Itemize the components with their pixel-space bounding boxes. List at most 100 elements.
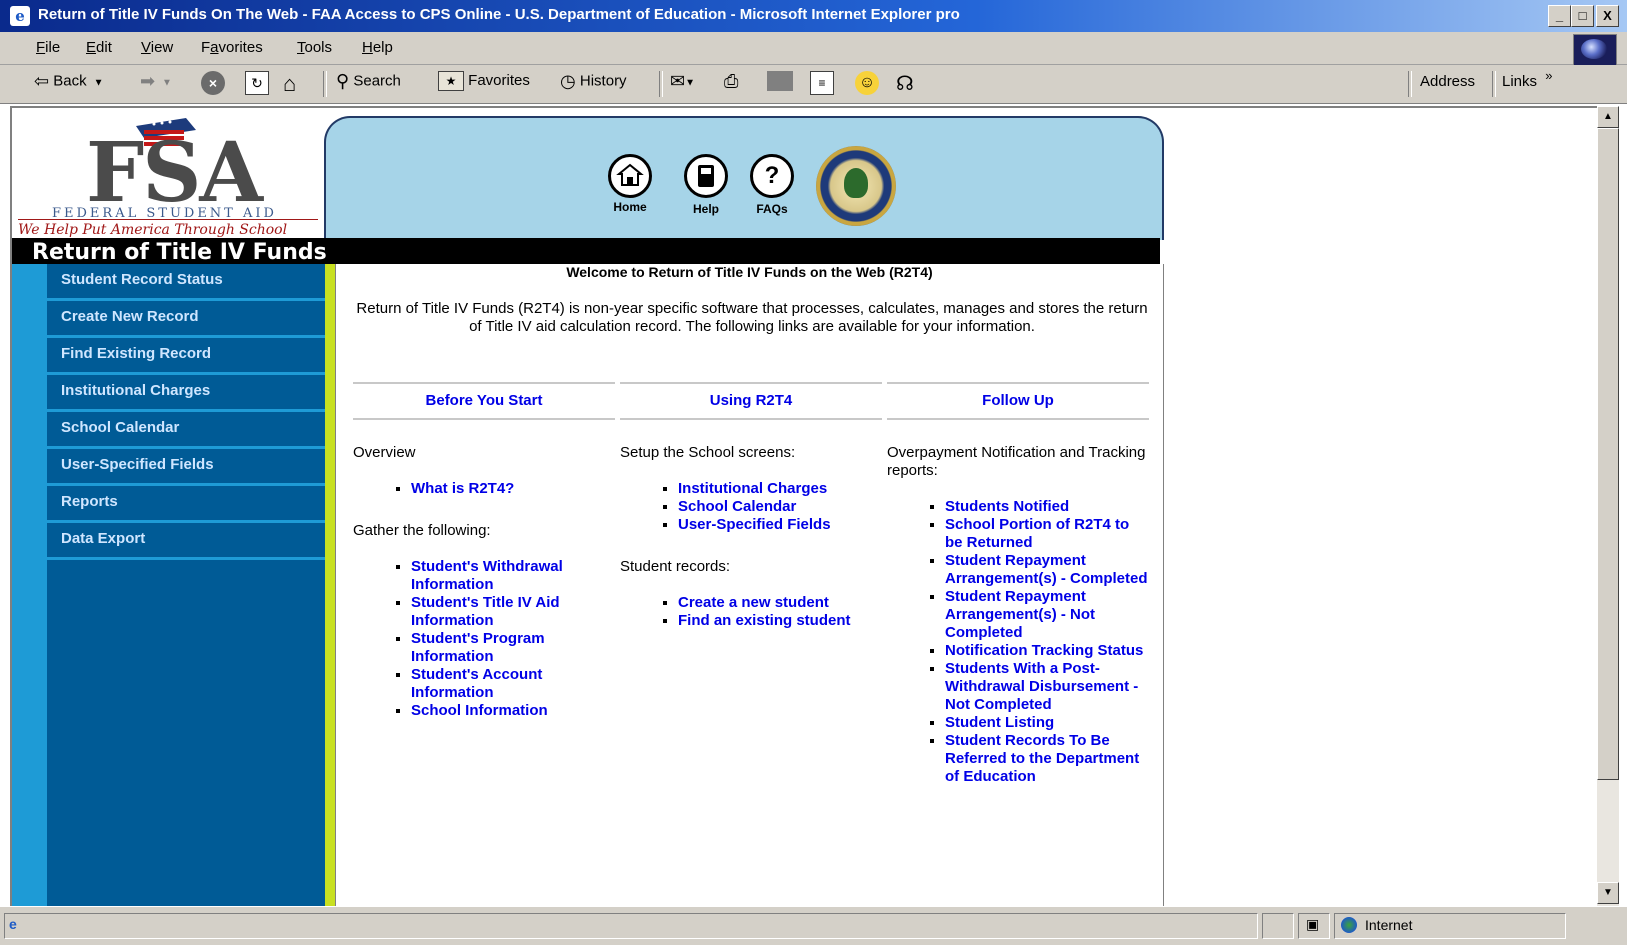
- link-students-notified[interactable]: Students Notified: [945, 498, 1069, 515]
- link-account-info[interactable]: Student's Account Information: [411, 666, 542, 701]
- mail-button[interactable]: ✉▼: [670, 71, 695, 97]
- nav-school-calendar[interactable]: School Calendar: [47, 412, 325, 449]
- user-button[interactable]: ☊: [896, 71, 914, 97]
- column-before-you-start: Before You Start Overview What is R2T4? …: [353, 382, 615, 720]
- link-school-calendar[interactable]: School Calendar: [678, 498, 796, 515]
- leftnav-accent-bar: [325, 264, 335, 908]
- chevron-icon[interactable]: »: [1545, 68, 1552, 83]
- list-item: Student's Title IV Aid Information: [411, 594, 615, 630]
- list-item: Students Notified: [945, 498, 1149, 516]
- link-list: Create a new student Find an existing st…: [620, 594, 882, 630]
- site-title-bar: Return of Title IV Funds: [12, 238, 1160, 265]
- column-heading[interactable]: Follow Up: [887, 382, 1149, 420]
- home-label: Home: [613, 200, 647, 214]
- link-list: Students Notified School Portion of R2T4…: [887, 498, 1149, 786]
- menu-edit[interactable]: Edit: [86, 39, 112, 56]
- list-item: Student's Account Information: [411, 666, 615, 702]
- welcome-heading: Welcome to Return of Title IV Funds on t…: [566, 264, 933, 280]
- edit-button[interactable]: [767, 71, 793, 97]
- link-list: Student's Withdrawal Information Student…: [353, 558, 615, 720]
- menu-view[interactable]: View: [141, 39, 173, 56]
- link-student-listing[interactable]: Student Listing: [945, 714, 1054, 731]
- list-item: Student Records To Be Referred to the De…: [945, 732, 1149, 786]
- nav-data-export[interactable]: Data Export: [47, 523, 325, 560]
- link-create-new-student[interactable]: Create a new student: [678, 594, 829, 611]
- link-records-referred[interactable]: Student Records To Be Referred to the De…: [945, 732, 1139, 785]
- nav-user-specified-fields[interactable]: User-Specified Fields: [47, 449, 325, 486]
- link-school-portion[interactable]: School Portion of R2T4 to be Returned: [945, 516, 1129, 551]
- logo-rule: [18, 219, 318, 220]
- section-label: Gather the following:: [353, 522, 491, 539]
- link-institutional-charges[interactable]: Institutional Charges: [678, 480, 827, 497]
- link-what-is-r2t4[interactable]: What is R2T4?: [411, 480, 514, 497]
- header-help-button[interactable]: Help: [676, 154, 736, 216]
- messenger-button[interactable]: ☺: [855, 71, 879, 97]
- favorites-button[interactable]: ★ Favorites: [438, 71, 530, 97]
- browser-throbber: [1573, 34, 1617, 66]
- list-item: Student Listing: [945, 714, 1149, 732]
- nav-reports[interactable]: Reports: [47, 486, 325, 523]
- status-text-pane: e: [4, 913, 1258, 939]
- status-pane: [1262, 913, 1294, 939]
- toolbar-separator: [323, 71, 327, 97]
- question-icon: ?: [750, 154, 794, 198]
- minimize-button[interactable]: _: [1548, 5, 1571, 27]
- link-post-withdrawal-disbursement[interactable]: Students With a Post-Withdrawal Disburse…: [945, 660, 1138, 713]
- forward-dropdown-icon[interactable]: ▼: [159, 77, 172, 88]
- stop-button[interactable]: ×: [201, 71, 225, 97]
- link-title-iv-aid-info[interactable]: Student's Title IV Aid Information: [411, 594, 560, 629]
- scroll-down-icon[interactable]: ▼: [1597, 882, 1619, 904]
- maximize-button[interactable]: □: [1571, 5, 1594, 27]
- print-button[interactable]: ⎙: [724, 71, 738, 97]
- menu-tools[interactable]: Tools: [297, 39, 332, 56]
- link-school-info[interactable]: School Information: [411, 702, 548, 719]
- discuss-button[interactable]: ≡: [810, 71, 834, 97]
- fsa-logo[interactable]: FSA FEDERAL STUDENT AID We Help Put Amer…: [16, 112, 321, 242]
- window-title: Return of Title IV Funds On The Web - FA…: [38, 6, 960, 23]
- address-label[interactable]: Address: [1420, 73, 1475, 99]
- link-notification-tracking[interactable]: Notification Tracking Status: [945, 642, 1143, 659]
- menu-file[interactable]: File: [36, 39, 60, 56]
- windows-logo-icon: [1581, 39, 1607, 59]
- page-viewport: FSA FEDERAL STUDENT AID We Help Put Amer…: [10, 106, 1599, 908]
- link-repayment-completed[interactable]: Student Repayment Arrangement(s) - Compl…: [945, 552, 1148, 587]
- scroll-up-icon[interactable]: ▲: [1597, 106, 1619, 128]
- link-repayment-not-completed[interactable]: Student Repayment Arrangement(s) - Not C…: [945, 588, 1095, 641]
- links-button[interactable]: Links »: [1502, 68, 1552, 99]
- vertical-scrollbar[interactable]: ▲ ▼: [1597, 106, 1619, 906]
- menu-help[interactable]: Help: [362, 39, 393, 56]
- menu-bar: File Edit View Favorites Tools Help: [0, 32, 1627, 66]
- section-label: Overview: [353, 444, 416, 461]
- header-faqs-button[interactable]: ? FAQs: [742, 154, 802, 216]
- link-user-specified-fields[interactable]: User-Specified Fields: [678, 516, 831, 533]
- close-button[interactable]: X: [1596, 5, 1619, 27]
- header-home-button[interactable]: Home: [600, 154, 660, 214]
- menu-favorites[interactable]: Favorites: [201, 39, 263, 56]
- person-icon: ☊: [896, 73, 914, 95]
- column-heading[interactable]: Using R2T4: [620, 382, 882, 420]
- nav-find-existing-record[interactable]: Find Existing Record: [47, 338, 325, 375]
- print-icon: ⎙: [724, 71, 739, 91]
- link-withdrawal-info[interactable]: Student's Withdrawal Information: [411, 558, 563, 593]
- list-item: Notification Tracking Status: [945, 642, 1149, 660]
- back-dropdown-icon[interactable]: ▼: [91, 77, 104, 88]
- help-label: Help: [692, 202, 719, 216]
- column-heading[interactable]: Before You Start: [353, 382, 615, 420]
- link-find-existing-student[interactable]: Find an existing student: [678, 612, 851, 629]
- forward-button[interactable]: ➡ ▼: [140, 71, 172, 97]
- back-button[interactable]: ⇦ Back ▼: [34, 71, 103, 97]
- list-item: Student Repayment Arrangement(s) - Not C…: [945, 588, 1149, 642]
- search-button[interactable]: ⚲ Search: [336, 71, 401, 97]
- nav-create-new-record[interactable]: Create New Record: [47, 301, 325, 338]
- home-button[interactable]: ⌂: [283, 71, 296, 97]
- list-item: School Portion of R2T4 to be Returned: [945, 516, 1149, 552]
- scrollbar-thumb[interactable]: [1597, 128, 1619, 780]
- list-item: School Information: [411, 702, 615, 720]
- nav-student-record-status[interactable]: Student Record Status: [47, 264, 325, 301]
- nav-institutional-charges[interactable]: Institutional Charges: [47, 375, 325, 412]
- fsa-logo-tagline: We Help Put America Through School: [18, 222, 288, 238]
- history-button[interactable]: ◷ History: [560, 71, 627, 97]
- home-icon: [608, 154, 652, 198]
- refresh-button[interactable]: ↻: [245, 71, 269, 97]
- link-program-info[interactable]: Student's Program Information: [411, 630, 545, 665]
